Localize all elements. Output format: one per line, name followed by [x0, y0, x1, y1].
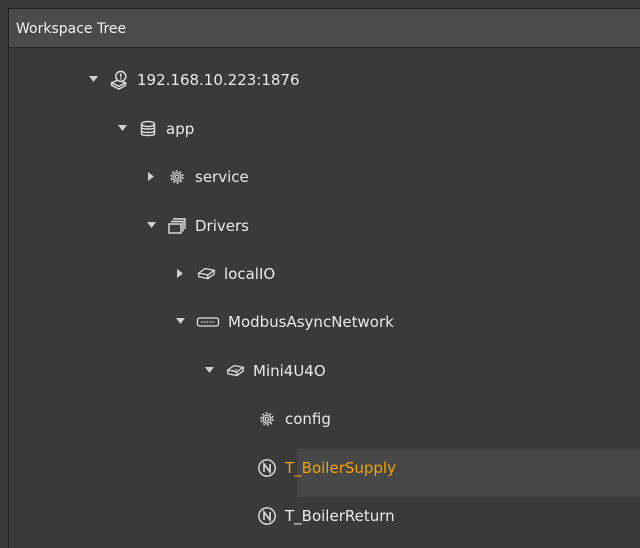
gear-icon — [167, 167, 187, 187]
device-icon — [225, 361, 245, 381]
workspace-tree-panel: Workspace Tree 192.168.10.223:1876 app s… — [8, 8, 640, 548]
expand-arrow-icon[interactable] — [116, 123, 128, 135]
tree-node-mini4u4o[interactable]: Mini4U4O — [203, 346, 326, 395]
tree-node-service[interactable]: service — [145, 152, 249, 201]
tree-node-label: Mini4U4O — [253, 361, 326, 380]
tree-node-label: config — [285, 409, 331, 428]
collapsed-arrow-icon[interactable] — [174, 268, 186, 280]
tree-node-label: Drivers — [195, 216, 249, 235]
database-icon — [138, 119, 158, 139]
station-warning-icon — [109, 70, 129, 90]
panel-header: Workspace Tree — [9, 9, 640, 48]
tree-node-app[interactable]: app — [116, 104, 194, 153]
tree-node-label: T_BoilerReturn — [285, 506, 395, 525]
tree-node-label: localIO — [224, 264, 276, 283]
device-icon — [196, 264, 216, 284]
tree-node-station[interactable]: 192.168.10.223:1876 — [87, 55, 300, 104]
expand-arrow-icon[interactable] — [203, 365, 215, 377]
expand-arrow-icon[interactable] — [174, 316, 186, 328]
folder-stack-icon — [167, 216, 187, 236]
tree-node-t-boilersupply[interactable]: T_BoilerSupply — [257, 443, 396, 492]
tree-node-label: 192.168.10.223:1876 — [137, 70, 300, 89]
tree-node-modbus-network[interactable]: ModbusAsyncNetwork — [174, 297, 394, 346]
expand-arrow-icon[interactable] — [87, 74, 99, 86]
tree-node-t-boilerreturn[interactable]: T_BoilerReturn — [257, 491, 395, 540]
tree-node-label: ModbusAsyncNetwork — [228, 312, 394, 331]
tree-node-label: T_BoilerSupply — [285, 458, 396, 477]
collapsed-arrow-icon[interactable] — [145, 171, 157, 183]
panel-title: Workspace Tree — [16, 21, 127, 37]
tree-node-drivers[interactable]: Drivers — [145, 201, 249, 250]
network-connector-icon — [196, 312, 220, 332]
expand-arrow-icon[interactable] — [145, 220, 157, 232]
tree-node-localio[interactable]: localIO — [174, 249, 275, 298]
n-circle-icon — [257, 506, 277, 526]
tree-node-label: service — [195, 167, 249, 186]
tree-node-config[interactable]: config — [257, 394, 331, 443]
gear-icon — [257, 409, 277, 429]
tree-node-label: app — [166, 119, 195, 138]
n-circle-icon — [257, 458, 277, 478]
